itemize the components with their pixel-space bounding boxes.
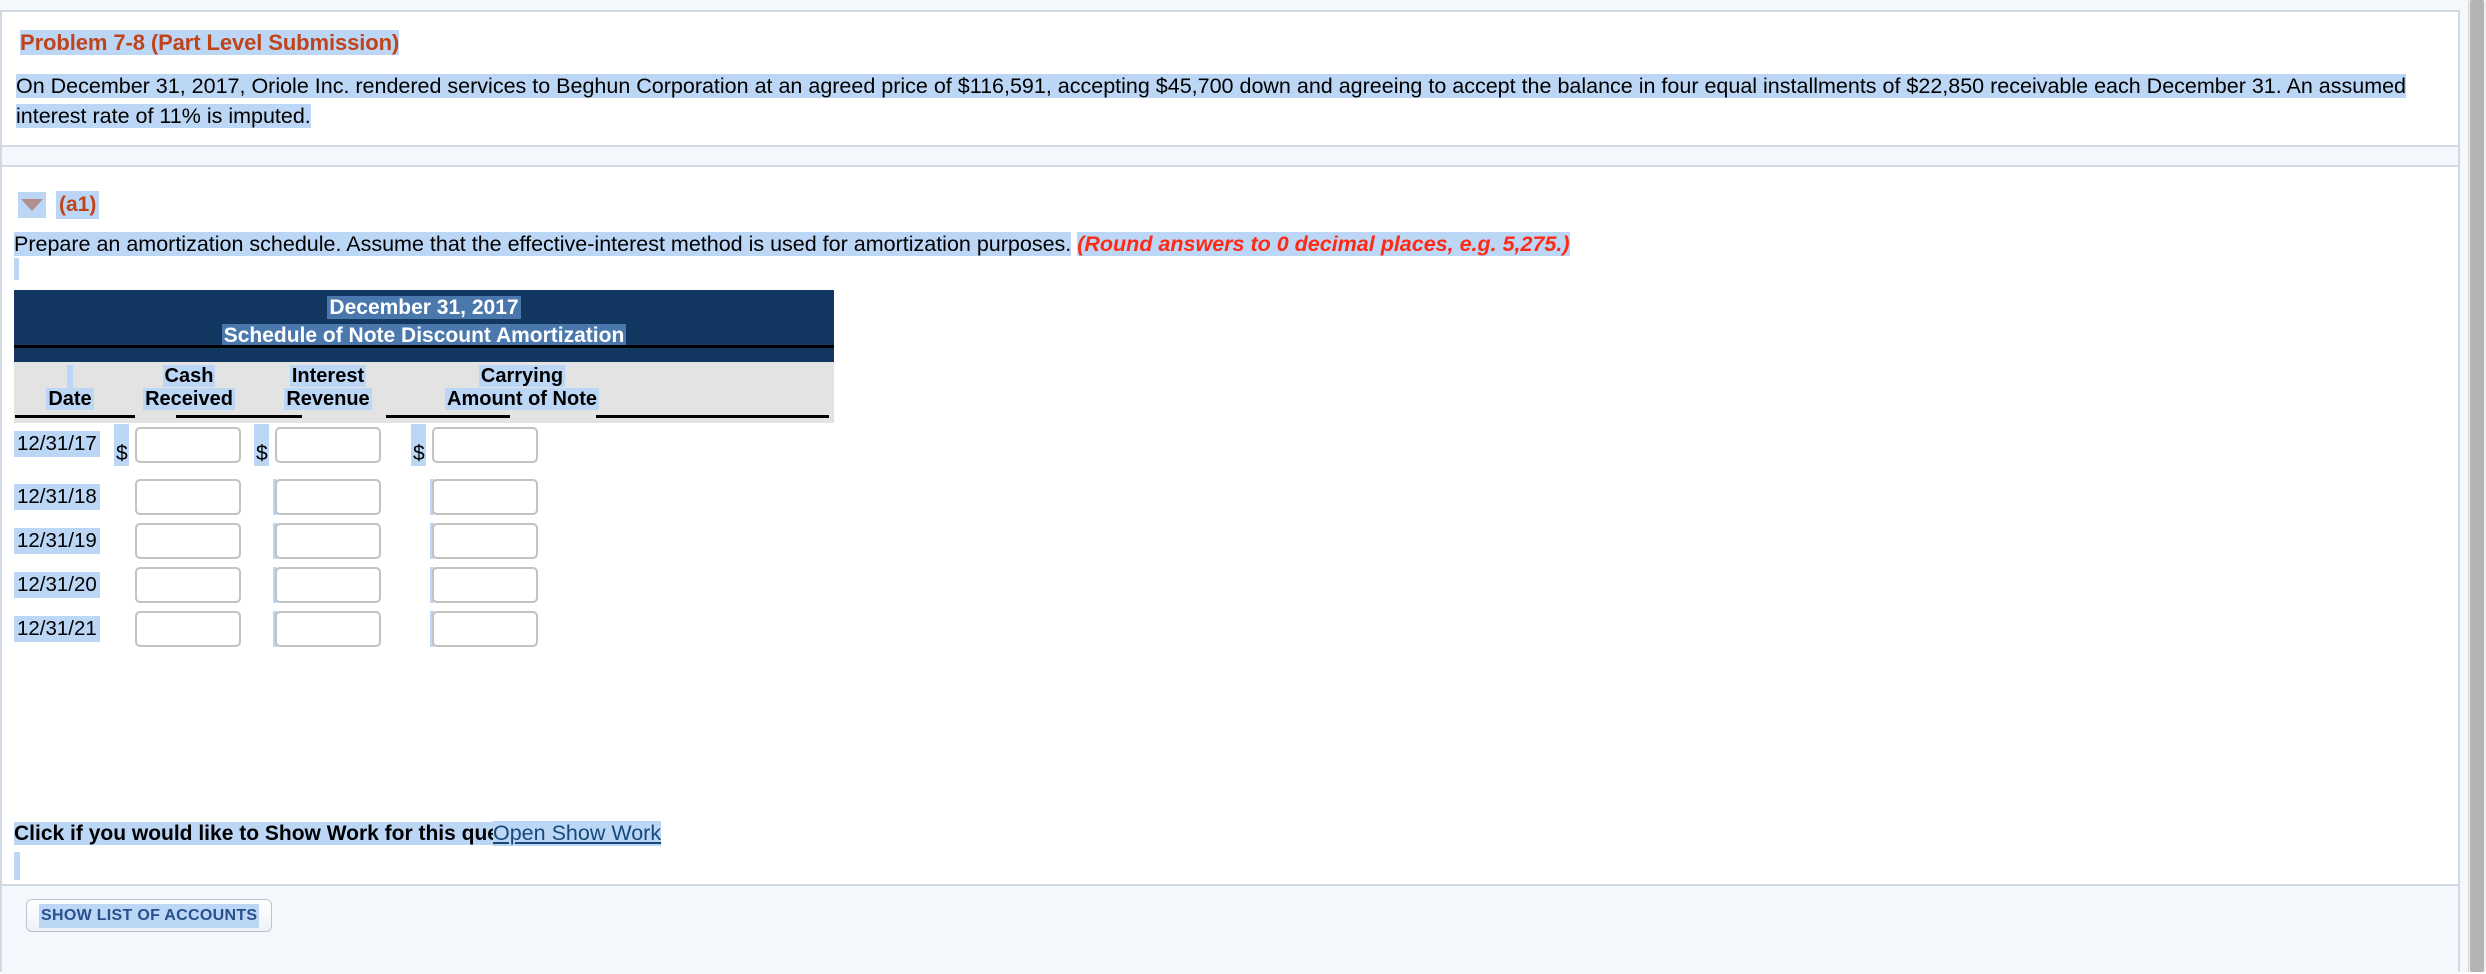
column-header-date: Date (14, 365, 126, 411)
part-a1-label: (a1) (56, 191, 100, 219)
row-date: 12/31/17 (14, 431, 100, 457)
schedule-title-rule (14, 345, 834, 348)
schedule-date-line: December 31, 2017 (327, 296, 521, 319)
show-work-prompt-text: Click if you would like to Show Work for… (14, 822, 557, 845)
carrying-amount-input-4[interactable] (432, 567, 538, 603)
rounding-note: (Round answers to 0 decimal places, e.g.… (1077, 232, 1570, 256)
page-title-text: Problem 7-8 (Part Level Submission) (20, 30, 400, 55)
cash-received-input-4[interactable] (135, 567, 241, 603)
table-row: 12/31/21 (14, 609, 834, 653)
selection-tail-mark (14, 852, 20, 880)
open-show-work-link[interactable]: Open Show Work (493, 821, 662, 846)
interest-revenue-input-2[interactable] (275, 479, 381, 515)
table-row: 12/31/19 (14, 521, 834, 565)
row-date: 12/31/18 (14, 484, 100, 510)
column-rule-carrying (596, 415, 829, 418)
row-date: 12/31/19 (14, 528, 100, 554)
interest-revenue-input-3[interactable] (275, 523, 381, 559)
table-row: 12/31/17 $ $ $ (14, 423, 834, 477)
show-list-of-accounts-button[interactable]: SHOW LIST OF ACCOUNTS (26, 899, 273, 932)
carrying-amount-input-2[interactable] (432, 479, 538, 515)
cash-currency-symbol: $ (116, 442, 128, 465)
top-strip (0, 0, 2486, 10)
part-a1-header[interactable]: (a1) (18, 191, 100, 219)
selection-caret-mark (14, 258, 19, 280)
schedule-title-bar-foot (14, 354, 834, 362)
interest-revenue-input-4[interactable] (275, 567, 381, 603)
carrying-amount-input-5[interactable] (432, 611, 538, 647)
problem-page: Problem 7-8 (Part Level Submission) On D… (0, 0, 2486, 974)
cash-received-input-2[interactable] (135, 479, 241, 515)
table-row: 12/31/20 (14, 565, 834, 609)
problem-description: On December 31, 2017, Oriole Inc. render… (16, 71, 2436, 131)
column-rule-cash (176, 415, 302, 418)
instruction-text: Prepare an amortization schedule. Assume… (14, 232, 1072, 256)
schedule-title-bar: December 31, 2017 Schedule of Note Disco… (14, 290, 834, 354)
carrying-amount-input-1[interactable] (432, 427, 538, 463)
schedule-column-headers: Date Cash Received Interest Revenue Carr… (14, 362, 834, 423)
row-date: 12/31/21 (14, 616, 100, 642)
row-date: 12/31/20 (14, 572, 100, 598)
column-header-interest-revenue: Interest Revenue (284, 365, 372, 410)
page-title: Problem 7-8 (Part Level Submission) (20, 30, 399, 56)
problem-statement-block: Problem 7-8 (Part Level Submission) On D… (2, 12, 2458, 145)
cash-received-input-3[interactable] (135, 523, 241, 559)
amortization-schedule-table: December 31, 2017 Schedule of Note Disco… (14, 290, 834, 653)
interest-revenue-input-1[interactable] (275, 427, 381, 463)
schedule-rows: 12/31/17 $ $ $ 12/31/18 12/31/19 12/31/2… (14, 423, 834, 653)
carrying-currency-symbol: $ (413, 442, 425, 465)
triangle-down-icon[interactable] (18, 192, 46, 218)
section-divider-bottom (2, 165, 2458, 167)
carrying-amount-input-3[interactable] (432, 523, 538, 559)
cash-received-input-1[interactable] (135, 427, 241, 463)
interest-currency-symbol: $ (256, 442, 268, 465)
problem-description-text: On December 31, 2017, Oriole Inc. render… (16, 74, 2407, 128)
table-row: 12/31/18 (14, 477, 834, 521)
vertical-scrollbar-thumb[interactable] (2470, 0, 2484, 972)
cash-received-input-5[interactable] (135, 611, 241, 647)
column-header-carrying-amount: Carrying Amount of Note (445, 365, 599, 410)
show-list-of-accounts-label: SHOW LIST OF ACCOUNTS (39, 903, 260, 928)
interest-revenue-input-5[interactable] (275, 611, 381, 647)
column-rule-date (15, 415, 135, 418)
footer-band (2, 884, 2458, 974)
part-instructions: Prepare an amortization schedule. Assume… (14, 232, 1570, 257)
show-work-prompt: Click if you would like to Show Work for… (14, 822, 557, 846)
section-gap-band (2, 147, 2458, 165)
column-header-cash-received: Cash Received (143, 365, 235, 410)
column-rule-interest (386, 415, 510, 418)
